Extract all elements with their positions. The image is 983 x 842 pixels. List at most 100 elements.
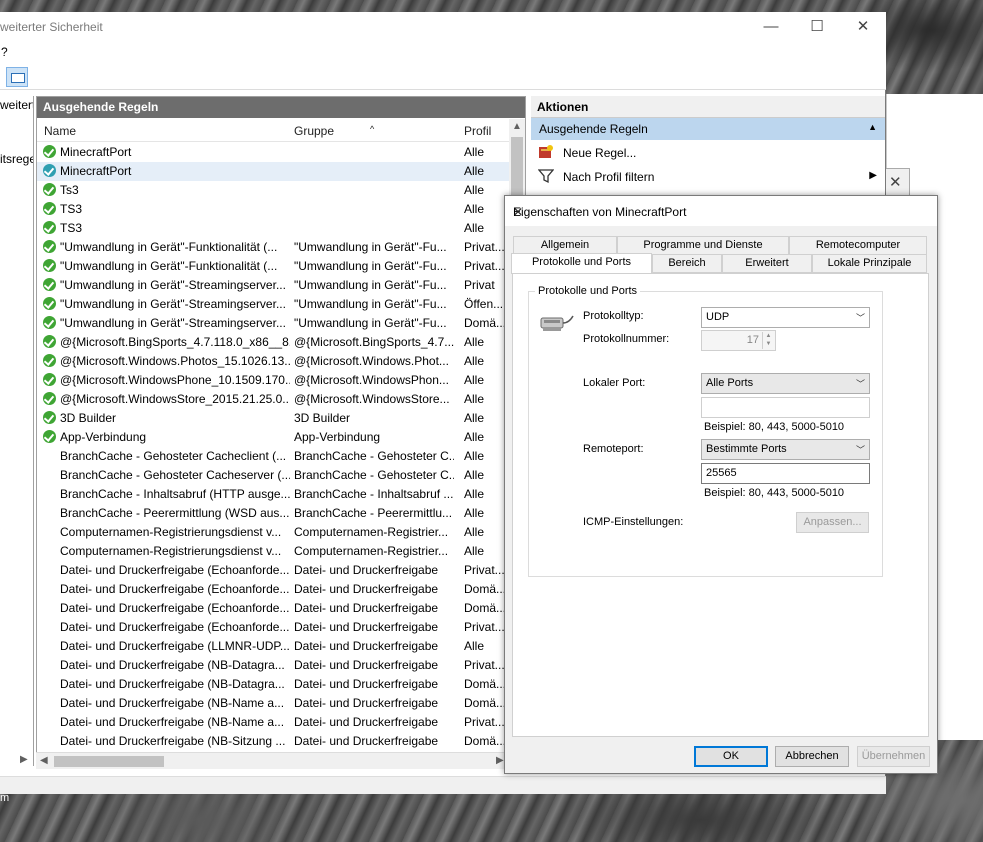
- table-row[interactable]: App-Verbindung App-Verbindung Alle: [37, 428, 511, 447]
- rule-group: Datei- und Druckerfreigabe: [294, 734, 439, 748]
- table-row[interactable]: "Umwandlung in Gerät"-Streamingserver...…: [37, 276, 511, 295]
- menu-help[interactable]: ?: [1, 45, 8, 59]
- table-row[interactable]: "Umwandlung in Gerät"-Streamingserver...…: [37, 295, 511, 314]
- remote-port-input[interactable]: 25565: [701, 463, 870, 484]
- protocol-number-stepper[interactable]: 17 ▲ ▼: [701, 330, 776, 351]
- rule-enabled-check-icon: [43, 278, 56, 291]
- scroll-up-icon[interactable]: ▲: [512, 121, 522, 132]
- rule-group: @{Microsoft.Windows.Phot...: [294, 354, 449, 368]
- tab-bereich[interactable]: Bereich: [652, 254, 722, 273]
- rule-enabled-check-icon: [43, 430, 56, 443]
- scroll-left-icon[interactable]: ◀: [40, 755, 48, 766]
- table-row[interactable]: Datei- und Druckerfreigabe (Echoanforde.…: [37, 599, 511, 618]
- table-row[interactable]: MinecraftPort Alle: [37, 162, 511, 181]
- table-row[interactable]: 3D Builder 3D Builder Alle: [37, 409, 511, 428]
- table-row[interactable]: @{Microsoft.WindowsStore_2015.21.25.0...…: [37, 390, 511, 409]
- tab-remotecomputer[interactable]: Remotecomputer: [789, 236, 927, 255]
- cancel-button[interactable]: Abbrechen: [775, 746, 849, 767]
- spin-updown-icon[interactable]: ▲ ▼: [762, 332, 774, 349]
- tab-lokale-prinzipale[interactable]: Lokale Prinzipale: [812, 254, 927, 273]
- table-row[interactable]: BranchCache - Inhaltsabruf (HTTP ausge..…: [37, 485, 511, 504]
- new-rule-icon: [539, 145, 553, 158]
- table-row[interactable]: Datei- und Druckerfreigabe (NB-Datagra..…: [37, 675, 511, 694]
- rules-table: MinecraftPort Alle MinecraftPort Alle Ts3 All…: [37, 143, 511, 751]
- close-icon[interactable]: ✕: [513, 205, 931, 219]
- rule-group: "Umwandlung in Gerät"-Fu...: [294, 297, 447, 311]
- table-row[interactable]: @{Microsoft.BingSports_4.7.118.0_x86__8.…: [37, 333, 511, 352]
- rule-group: "Umwandlung in Gerät"-Fu...: [294, 316, 447, 330]
- rule-profile: Alle: [464, 506, 485, 520]
- rule-enabled-check-icon: [43, 411, 56, 424]
- remote-port-select[interactable]: Bestimmte Ports ﹀: [701, 439, 870, 460]
- close-icon[interactable]: ✕: [840, 12, 886, 42]
- navigation-pane: weitert itsrege: [0, 96, 34, 766]
- column-profile[interactable]: Profil: [464, 124, 491, 138]
- table-row[interactable]: "Umwandlung in Gerät"-Streamingserver...…: [37, 314, 511, 333]
- column-group[interactable]: Gruppe: [294, 124, 334, 138]
- hscroll-thumb[interactable]: [54, 756, 164, 767]
- rule-group: @{Microsoft.BingSports_4.7....: [294, 335, 454, 349]
- submenu-arrow-icon: ▶: [869, 170, 877, 181]
- table-row[interactable]: BranchCache - Gehosteter Cacheclient (..…: [37, 447, 511, 466]
- table-row[interactable]: BranchCache - Peerermittlung (WSD aus...…: [37, 504, 511, 523]
- table-row[interactable]: Computernamen-Registrierungsdienst v... C…: [37, 523, 511, 542]
- nav-item[interactable]: itsrege: [0, 152, 33, 166]
- table-row[interactable]: Datei- und Druckerfreigabe (NB-Datagra..…: [37, 656, 511, 675]
- chevron-down-icon: ﹀: [855, 379, 865, 389]
- actions-section[interactable]: Ausgehende Regeln ▲: [531, 118, 885, 140]
- show-hide-pane-icon[interactable]: [6, 67, 28, 87]
- table-row[interactable]: Ts3 Alle: [37, 181, 511, 200]
- rule-name: Datei- und Druckerfreigabe (Echoanforde.…: [60, 582, 290, 596]
- actions-pane: Aktionen Ausgehende Regeln ▲ Neue Regel.…: [531, 96, 885, 206]
- table-row[interactable]: MinecraftPort Alle: [37, 143, 511, 162]
- local-port-input[interactable]: [701, 397, 870, 418]
- rule-name: Datei- und Druckerfreigabe (Echoanforde.…: [60, 620, 290, 634]
- table-row[interactable]: Datei- und Druckerfreigabe (NB-Sitzung .…: [37, 732, 511, 751]
- nav-scroll-right-icon[interactable]: ▶: [20, 754, 28, 765]
- rule-name: TS3: [60, 221, 83, 235]
- table-row[interactable]: Computernamen-Registrierungsdienst v... C…: [37, 542, 511, 561]
- maximize-icon[interactable]: ☐: [794, 12, 840, 42]
- table-row[interactable]: Datei- und Druckerfreigabe (Echoanforde.…: [37, 561, 511, 580]
- rule-group: 3D Builder: [294, 411, 351, 425]
- column-name[interactable]: Name: [44, 124, 76, 138]
- rule-group: Datei- und Druckerfreigabe: [294, 582, 439, 596]
- table-row[interactable]: Datei- und Druckerfreigabe (NB-Name a...…: [37, 713, 511, 732]
- table-row[interactable]: Datei- und Druckerfreigabe (LLMNR-UDP...…: [37, 637, 511, 656]
- table-row[interactable]: TS3 Alle: [37, 219, 511, 238]
- table-row[interactable]: Datei- und Druckerfreigabe (Echoanforde.…: [37, 580, 511, 599]
- protocols-ports-page: Protokolle und Ports Protokolltyp: UDP ﹀…: [512, 273, 929, 737]
- collapse-icon[interactable]: ▲: [868, 122, 877, 132]
- ok-button[interactable]: OK: [694, 746, 768, 767]
- nav-item[interactable]: weitert: [0, 98, 33, 112]
- sort-caret-icon: ^: [370, 124, 375, 134]
- rule-profile: Privat...: [464, 563, 504, 577]
- new-rule-action[interactable]: Neue Regel...: [531, 140, 885, 164]
- table-row[interactable]: @{Microsoft.Windows.Photos_15.1026.13...…: [37, 352, 511, 371]
- filter-profile-action[interactable]: Nach Profil filtern ▶: [531, 164, 885, 188]
- apply-button[interactable]: Übernehmen: [857, 746, 930, 767]
- table-row[interactable]: Datei- und Druckerfreigabe (NB-Name a...…: [37, 694, 511, 713]
- tab-erweitert[interactable]: Erweitert: [722, 254, 812, 273]
- rule-name: Datei- und Druckerfreigabe (NB-Name a...: [60, 715, 285, 729]
- protocol-type-select[interactable]: UDP ﹀: [701, 307, 870, 328]
- rule-group: "Umwandlung in Gerät"-Fu...: [294, 259, 447, 273]
- table-row[interactable]: BranchCache - Gehosteter Cacheserver (..…: [37, 466, 511, 485]
- table-row[interactable]: "Umwandlung in Gerät"-Funktionalität (..…: [37, 238, 511, 257]
- scroll-right-icon[interactable]: ▶: [496, 755, 504, 766]
- icmp-customize-button[interactable]: Anpassen...: [796, 512, 869, 533]
- rule-group: Computernamen-Registrier...: [294, 525, 449, 539]
- rule-name: Computernamen-Registrierungsdienst v...: [60, 544, 282, 558]
- rule-enabled-check-icon: [43, 392, 56, 405]
- table-row[interactable]: @{Microsoft.WindowsPhone_10.1509.170... @…: [37, 371, 511, 390]
- rule-group: BranchCache - Gehosteter C...: [294, 468, 454, 482]
- table-row[interactable]: "Umwandlung in Gerät"-Funktionalität (..…: [37, 257, 511, 276]
- table-row[interactable]: TS3 Alle: [37, 200, 511, 219]
- minimize-icon[interactable]: —: [748, 12, 794, 42]
- horizontal-scrollbar[interactable]: ◀ ▶: [36, 752, 506, 769]
- table-row[interactable]: Datei- und Druckerfreigabe (Echoanforde.…: [37, 618, 511, 637]
- tab-protokolle-ports[interactable]: Protokolle und Ports: [511, 253, 652, 274]
- local-port-select[interactable]: Alle Ports ﹀: [701, 373, 870, 394]
- rule-name: "Umwandlung in Gerät"-Streamingserver...: [60, 316, 286, 330]
- close-icon[interactable]: ✕: [889, 173, 902, 191]
